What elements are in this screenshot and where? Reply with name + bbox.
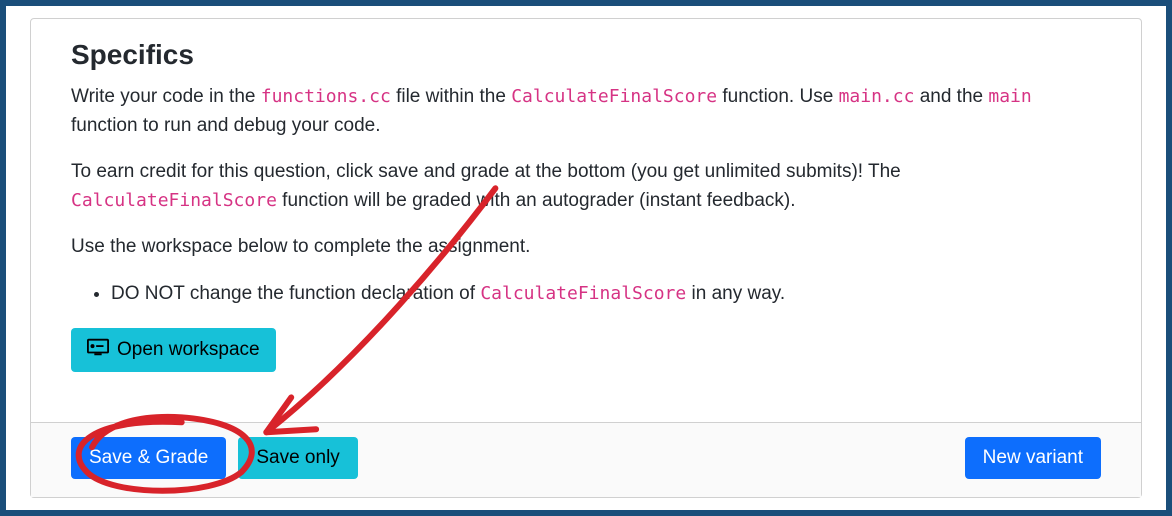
section-heading: Specifics [71,39,1101,71]
outer-frame: Specifics Write your code in the functio… [0,0,1172,516]
code-function: CalculateFinalScore [511,86,717,107]
workspace-icon [87,338,109,362]
text: and the [914,86,988,107]
save-grade-button[interactable]: Save & Grade [71,437,226,479]
code-filename: functions.cc [261,86,391,107]
code-function: CalculateFinalScore [480,283,686,304]
instruction-paragraph-1: Write your code in the functions.cc file… [71,83,1101,140]
text: function. Use [717,86,838,107]
text: function to run and debug your code. [71,115,381,136]
open-workspace-button[interactable]: Open workspace [71,328,276,372]
text: DO NOT change the function declaration o… [111,283,480,304]
instruction-list: DO NOT change the function declaration o… [71,280,1101,309]
code-filename: main.cc [839,86,915,107]
list-item: DO NOT change the function declaration o… [111,280,1101,309]
save-only-button[interactable]: Save only [238,437,357,479]
new-variant-button[interactable]: New variant [965,437,1101,479]
code-function: main [988,86,1031,107]
text: in any way. [686,283,785,304]
content-area: Specifics Write your code in the functio… [31,19,1141,422]
button-label: Open workspace [117,339,260,361]
footer-bar: Save & Grade Save only New variant [31,422,1141,497]
instruction-paragraph-3: Use the workspace below to complete the … [71,233,1101,262]
code-function: CalculateFinalScore [71,190,277,211]
text: file within the [391,86,511,107]
card-panel: Specifics Write your code in the functio… [30,18,1142,498]
text: To earn credit for this question, click … [71,161,901,182]
instruction-paragraph-2: To earn credit for this question, click … [71,158,1101,215]
text: Write your code in the [71,86,261,107]
text: function will be graded with an autograd… [277,190,796,211]
